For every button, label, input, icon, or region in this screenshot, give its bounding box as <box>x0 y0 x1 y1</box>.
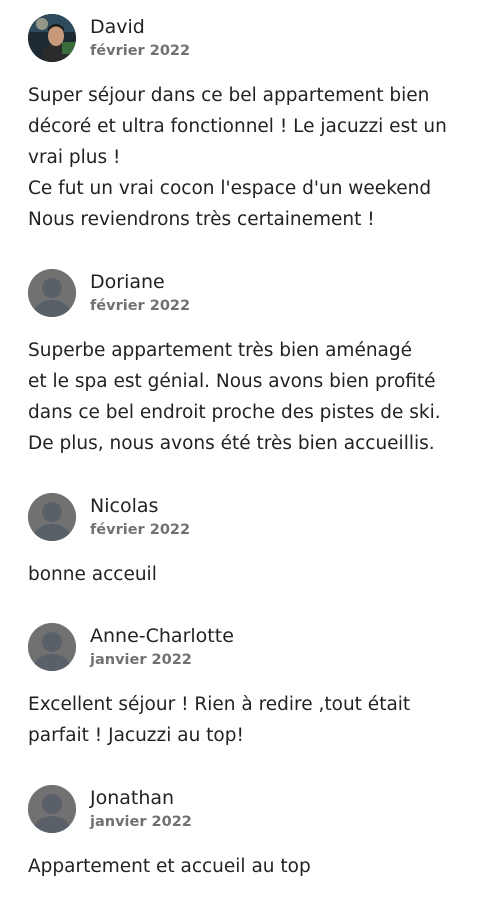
review-text-line: Superbe appartement très bien aménagé <box>28 340 413 361</box>
user-photo-icon <box>28 14 76 62</box>
review-text: bonne acceuil <box>28 559 473 590</box>
review-text-line: bonne acceuil <box>28 564 157 585</box>
review-header: Jonathan janvier 2022 <box>28 785 448 833</box>
review-date: février 2022 <box>90 298 191 314</box>
review-date: janvier 2022 <box>90 652 192 668</box>
avatar[interactable] <box>28 623 76 671</box>
review-text-line: dans ce bel endroit proche des pistes de… <box>28 402 441 423</box>
review-text-line: De plus, nous avons été très bien accuei… <box>28 433 435 454</box>
avatar[interactable] <box>28 785 76 833</box>
reviewer-name: Anne-Charlotte <box>90 625 234 647</box>
review-text-line: Nous reviendrons très certainement ! <box>28 209 375 230</box>
review-header: David février 2022 <box>28 14 448 62</box>
review-text-line: Ce fut un vrai cocon l'espace d'un weeke… <box>28 178 432 199</box>
reviewer-name: Nicolas <box>90 495 159 517</box>
review-header: Doriane février 2022 <box>28 269 448 317</box>
reviewer-name: David <box>90 16 145 38</box>
review-text-line: Super séjour dans ce bel appartement bie… <box>28 85 430 106</box>
review-text-line: parfait ! Jacuzzi au top! <box>28 725 244 746</box>
review-date: janvier 2022 <box>90 814 192 830</box>
review-text-line: décoré et ultra fonctionnel ! Le jacuzzi… <box>28 116 447 137</box>
review-text-line: Excellent séjour ! Rien à redire ,tout é… <box>28 694 411 715</box>
reviews-page: { "reviews": [ { "name": "David", "date"… <box>0 0 488 900</box>
review-date: février 2022 <box>90 43 191 59</box>
review-text: Super séjour dans ce bel appartement bie… <box>28 80 473 235</box>
review-date: février 2022 <box>90 522 191 538</box>
review-text-line: vrai plus ! <box>28 147 121 168</box>
avatar[interactable] <box>28 269 76 317</box>
review-text: Superbe appartement très bien aménagé et… <box>28 335 473 459</box>
reviewer-name: Doriane <box>90 271 165 293</box>
review-header: Anne-Charlotte janvier 2022 <box>28 623 448 671</box>
default-user-icon <box>28 269 76 317</box>
review-text: Appartement et accueil au top <box>28 851 473 882</box>
review-text-line: et le spa est génial. Nous avons bien pr… <box>28 371 436 392</box>
default-user-icon <box>28 785 76 833</box>
default-user-icon <box>28 493 76 541</box>
avatar[interactable] <box>28 14 76 62</box>
review-text-line: Appartement et accueil au top <box>28 856 311 877</box>
review-text: Excellent séjour ! Rien à redire ,tout é… <box>28 689 473 751</box>
avatar[interactable] <box>28 493 76 541</box>
review-header: Nicolas février 2022 <box>28 493 448 541</box>
reviewer-name: Jonathan <box>90 787 175 809</box>
default-user-icon <box>28 623 76 671</box>
